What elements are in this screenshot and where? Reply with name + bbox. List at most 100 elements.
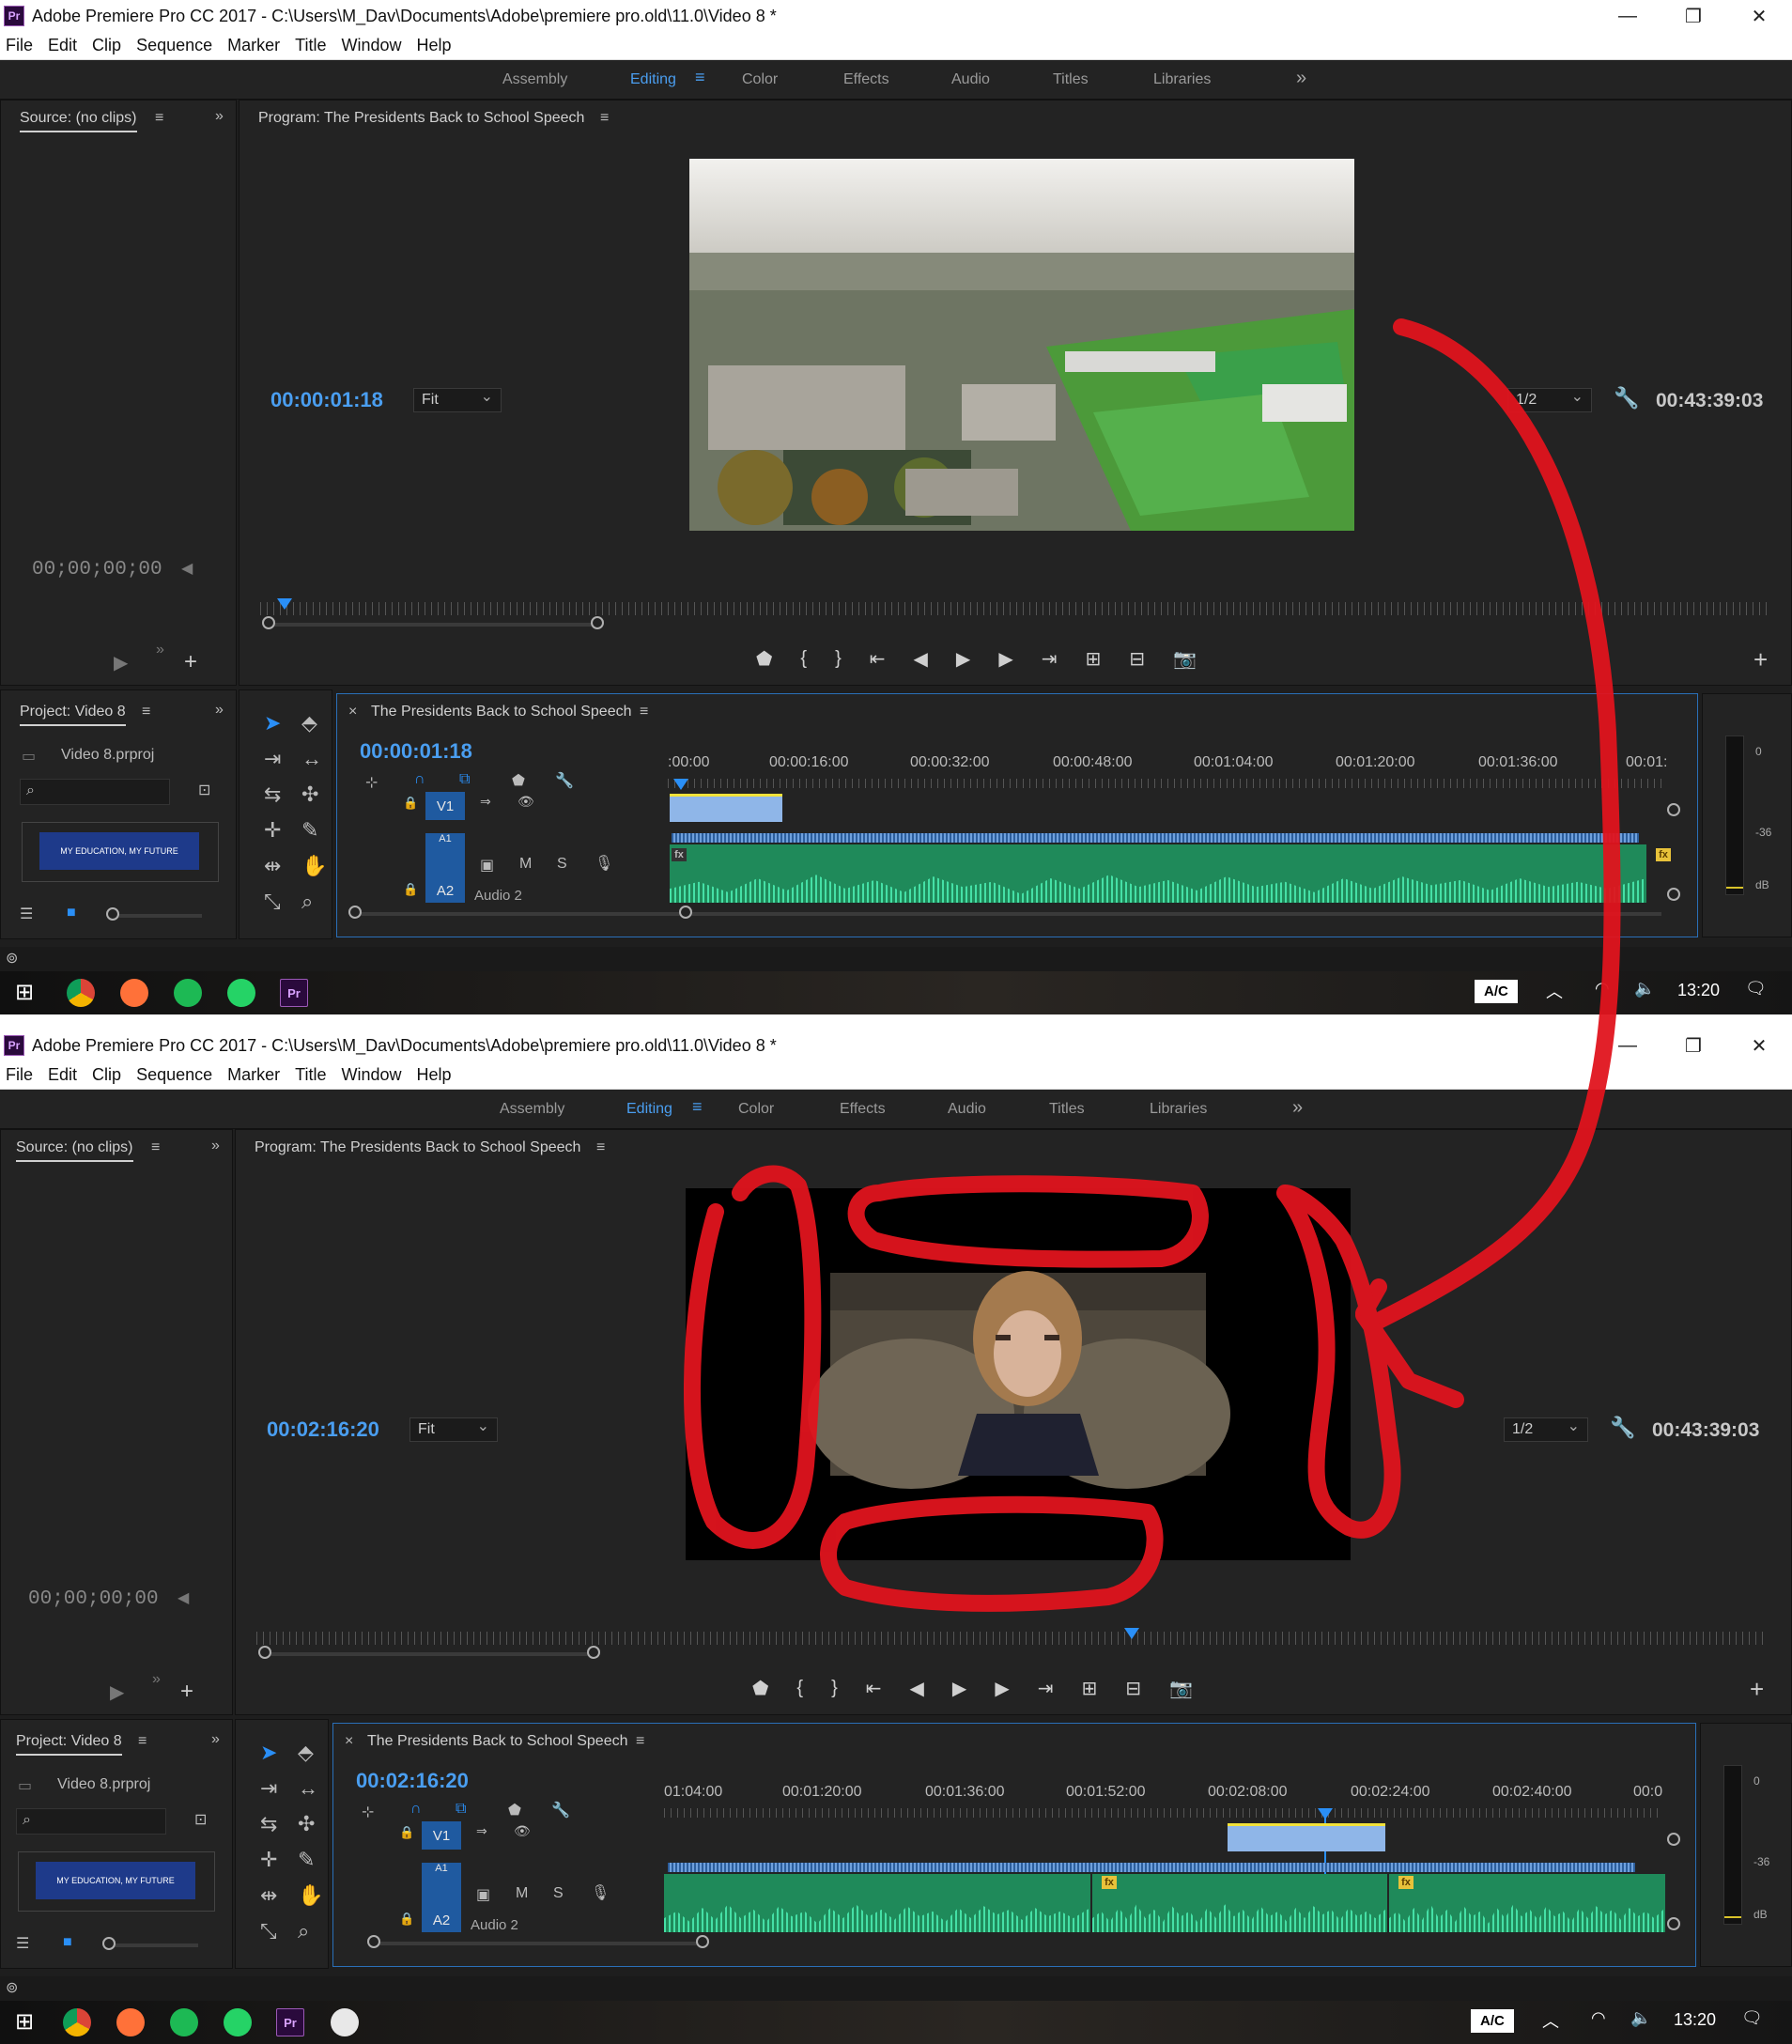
rolling-edit-tool-icon[interactable]: ⇹ [260, 1883, 277, 1908]
audio-clip[interactable] [1092, 1874, 1387, 1932]
export-frame-icon[interactable]: 📷 [1169, 1677, 1193, 1700]
workspace-audio[interactable]: Audio [951, 71, 990, 88]
audio-clip[interactable] [670, 844, 1646, 903]
step-forward-icon[interactable]: ▶ [998, 647, 1012, 671]
project-search-input[interactable]: ⌕ [20, 779, 170, 805]
selection-tool-icon[interactable]: ➤ [264, 711, 281, 736]
program-panel-menu-icon[interactable]: ≡ [596, 1139, 605, 1156]
project-search-input[interactable]: ⌕ [16, 1808, 166, 1835]
wifi-icon[interactable]: ◠ [1591, 2008, 1606, 2028]
menu-file[interactable]: File [6, 36, 33, 55]
hand-tool-icon[interactable]: ✋ [298, 1883, 323, 1908]
menu-marker[interactable]: Marker [227, 1065, 280, 1085]
program-time-ruler[interactable] [260, 602, 1772, 615]
source-play-icon[interactable]: ▶ [114, 651, 128, 674]
timeline-scroll-start[interactable] [348, 906, 362, 919]
razor-tool-icon[interactable]: ✛ [264, 818, 281, 843]
timeline-scrollbar[interactable] [356, 912, 1661, 916]
workspace-assembly[interactable]: Assembly [502, 71, 567, 88]
taskbar-clock[interactable]: 13:20 [1677, 981, 1720, 1000]
firefox-icon[interactable] [120, 979, 148, 1007]
project-zoom-knob[interactable] [106, 907, 119, 921]
minimize-button[interactable]: — [1595, 0, 1661, 32]
add-marker-timeline-icon[interactable]: ⬟ [512, 771, 525, 790]
project-zoom-slider[interactable] [112, 914, 202, 918]
workspace-color[interactable]: Color [742, 71, 778, 88]
mark-out-icon[interactable]: } [835, 648, 842, 670]
track-a2[interactable]: A2 [422, 1874, 461, 1932]
workspace-overflow-icon[interactable]: » [1296, 68, 1306, 89]
source-panel-tab[interactable]: Source: (no clips) [20, 110, 137, 132]
zoom-out-tool-icon[interactable]: ⤡ [264, 890, 281, 914]
workspace-libraries[interactable]: Libraries [1153, 71, 1211, 88]
eye-icon[interactable]: 👁 [518, 794, 534, 810]
add-marker-icon[interactable]: ⬟ [756, 647, 772, 671]
mark-in-icon[interactable]: { [800, 648, 807, 670]
project-panel-menu-icon[interactable]: ≡ [138, 1733, 147, 1750]
program-panel-tab[interactable]: Program: The Presidents Back to School S… [255, 1139, 580, 1156]
step-back-icon[interactable]: ◀ [914, 647, 928, 671]
zoom-tool-icon[interactable]: ⌕ [298, 1919, 309, 1943]
source-panel-menu-icon[interactable]: ≡ [151, 1139, 160, 1156]
add-marker-timeline-icon[interactable]: ⬟ [508, 1801, 521, 1819]
program-panel-tab[interactable]: Program: The Presidents Back to School S… [258, 110, 584, 127]
snap-icon[interactable]: ∩ [410, 1801, 422, 1818]
pen-tool-icon[interactable]: ✎ [298, 1848, 315, 1872]
list-view-icon[interactable]: ☰ [16, 1934, 29, 1953]
spotify-icon[interactable] [174, 979, 202, 1007]
toggle-sync-icon[interactable]: ⇒ [480, 794, 491, 810]
menu-file[interactable]: File [6, 1065, 33, 1085]
project-overflow-icon[interactable]: » [215, 702, 224, 719]
source-step-icon[interactable]: ◀ [178, 1588, 189, 1607]
audio-clip[interactable] [1389, 1874, 1665, 1932]
zoom-tool-icon[interactable]: ⌕ [301, 890, 313, 914]
resolution-dropdown[interactable]: 1/2 [1507, 387, 1592, 412]
workspace-color[interactable]: Color [738, 1101, 774, 1118]
video-clip[interactable] [1228, 1823, 1385, 1851]
lift-icon[interactable]: ⊞ [1081, 1677, 1097, 1700]
project-panel-menu-icon[interactable]: ≡ [142, 704, 150, 720]
resolution-dropdown[interactable]: 1/2 [1504, 1417, 1588, 1442]
rate-stretch-tool-icon[interactable]: ↔ [298, 1776, 318, 1801]
timeline-scroll-end[interactable] [679, 906, 692, 919]
menu-marker[interactable]: Marker [227, 36, 280, 55]
lock-icon[interactable]: 🔒 [403, 796, 418, 811]
ac-badge[interactable]: A/C [1475, 980, 1518, 1003]
lock-icon[interactable]: 🔒 [399, 1825, 414, 1840]
workspace-audio[interactable]: Audio [948, 1101, 986, 1118]
voiceover-mic-icon[interactable]: 🎙 [595, 854, 613, 873]
ripple-edit-tool-icon[interactable]: ⇥ [260, 1776, 277, 1801]
scroll-start-handle[interactable] [258, 1646, 271, 1659]
track-select-tool-icon[interactable]: ⬘ [301, 711, 317, 736]
selection-tool-icon[interactable]: ➤ [260, 1741, 277, 1765]
project-overflow-icon[interactable]: » [211, 1731, 220, 1748]
menu-clip[interactable]: Clip [92, 1065, 121, 1085]
chrome-icon[interactable] [63, 2008, 91, 2036]
source-more-icon[interactable]: » [152, 1671, 161, 1688]
taskbar-clock[interactable]: 13:20 [1674, 2010, 1716, 2030]
lift-icon[interactable]: ⊞ [1085, 647, 1101, 671]
wrench-icon[interactable]: 🔧 [1610, 1416, 1635, 1440]
menu-window[interactable]: Window [342, 1065, 402, 1085]
notifications-icon[interactable]: 🗨 [1745, 979, 1767, 999]
timeline-tab[interactable]: The Presidents Back to School Speech [367, 1733, 628, 1750]
workspace-assembly[interactable]: Assembly [500, 1101, 564, 1118]
close-button[interactable]: ✕ [1726, 1030, 1792, 1061]
slide-tool-icon[interactable]: ✣ [301, 782, 318, 807]
slide-tool-icon[interactable]: ✣ [298, 1812, 315, 1836]
premiere-taskbar-icon[interactable]: Pr [276, 2008, 304, 2036]
list-view-icon[interactable]: ☰ [20, 905, 33, 923]
track-a2[interactable]: A2 [425, 844, 465, 903]
timeline-scroll-start[interactable] [367, 1935, 380, 1948]
windows-start-icon[interactable]: ⊞ [15, 979, 34, 1006]
scroll-end-handle[interactable] [591, 616, 604, 629]
menu-clip[interactable]: Clip [92, 36, 121, 55]
program-add-button-icon[interactable]: + [1753, 645, 1768, 674]
track-zoom-handle[interactable] [1667, 888, 1680, 901]
close-button[interactable]: ✕ [1726, 0, 1792, 32]
timeline-settings-icon[interactable]: 🔧 [551, 1801, 570, 1819]
mark-out-icon[interactable]: } [831, 1678, 838, 1699]
chevron-up-icon[interactable]: ︿ [1546, 979, 1563, 1003]
timeline-menu-icon[interactable]: ≡ [640, 704, 648, 720]
speaker-icon[interactable]: 🔈 [1634, 979, 1655, 999]
